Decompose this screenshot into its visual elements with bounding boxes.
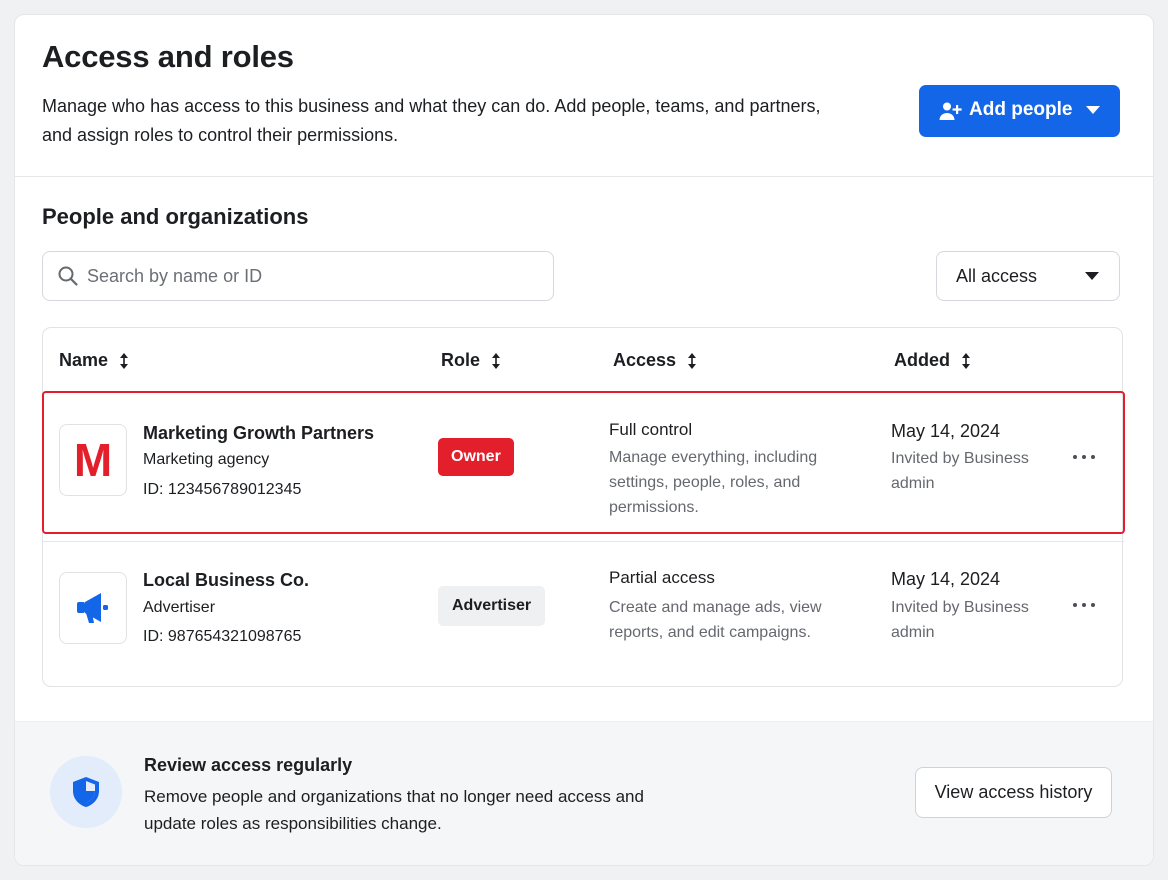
avatar-letter: M (73, 434, 113, 486)
more-options-button[interactable] (1069, 447, 1099, 467)
dot (1082, 603, 1086, 607)
sort-icon (492, 352, 501, 369)
dot (1082, 455, 1086, 459)
sort-icon (688, 352, 697, 369)
search-field[interactable] (42, 251, 554, 301)
column-header-label: Name (59, 350, 109, 370)
view-access-history-button[interactable]: View access history (915, 767, 1112, 818)
sort-icon (120, 352, 129, 369)
review-access-banner: Review access regularly Remove people an… (15, 721, 1153, 865)
dot (1091, 603, 1095, 607)
add-person-icon (939, 102, 962, 120)
banner-title: Review access regularly (144, 755, 353, 775)
dot (1073, 455, 1077, 459)
access-filter-value: All access (956, 266, 1038, 286)
column-header-label: Role (441, 350, 481, 370)
column-header-label: Access (613, 350, 677, 370)
column-header-added[interactable]: Added (894, 350, 972, 371)
search-input[interactable] (87, 260, 537, 292)
access-filter-dropdown[interactable]: All access (936, 251, 1120, 301)
added-by: Invited by Business admin (891, 599, 1029, 641)
table-row[interactable]: M Marketing Growth Partners Marketing ag… (42, 391, 1125, 534)
role-badge: Advertiser (438, 586, 546, 626)
dot (1073, 603, 1077, 607)
shield-icon (73, 777, 99, 807)
org-id: ID: 123456789012345 (143, 481, 302, 498)
avatar (59, 572, 127, 644)
chevron-down-icon (1085, 272, 1099, 280)
access-title: Partial access (609, 568, 715, 587)
page-header: Access and roles Manage who has access t… (15, 15, 1153, 177)
banner-description: Remove people and organizations that no … (144, 787, 644, 833)
people-table: Name Role Access Added M Marketing Growt… (42, 327, 1125, 687)
megaphone-icon (77, 593, 108, 623)
org-type: Advertiser (143, 599, 216, 616)
add-people-label: Add people (969, 99, 1073, 120)
added-date: May 14, 2024 (891, 421, 1001, 441)
dot (1091, 455, 1095, 459)
section-title: People and organizations (42, 204, 309, 229)
chevron-down-icon[interactable] (1086, 106, 1100, 114)
column-header-role[interactable]: Role (441, 350, 502, 371)
shield-badge (50, 756, 122, 828)
added-date: May 14, 2024 (891, 569, 1001, 589)
page-title: Access and roles (42, 39, 294, 74)
org-name: Local Business Co. (143, 570, 310, 590)
access-roles-card: Access and roles Manage who has access t… (14, 14, 1154, 866)
column-header-label: Added (894, 350, 950, 370)
sort-icon (962, 352, 970, 369)
search-icon (58, 266, 78, 286)
role-badge: Owner (438, 438, 514, 476)
access-description: Manage everything, including settings, p… (609, 449, 818, 516)
add-people-button[interactable]: Add people (919, 85, 1120, 137)
added-by: Invited by Business admin (891, 450, 1029, 492)
access-title: Full control (609, 420, 693, 439)
column-header-name[interactable]: Name (59, 350, 130, 371)
column-header-access[interactable]: Access (613, 350, 698, 371)
table-row[interactable]: Local Business Co. Advertiser ID: 987654… (43, 541, 1124, 687)
org-type: Marketing agency (143, 451, 270, 468)
org-name: Marketing Growth Partners (143, 423, 375, 443)
avatar: M (59, 424, 127, 496)
org-id: ID: 987654321098765 (143, 628, 302, 645)
more-options-button[interactable] (1069, 595, 1099, 615)
page-description: Manage who has access to this business a… (42, 96, 821, 145)
access-description: Create and manage ads, view reports, and… (609, 599, 822, 641)
